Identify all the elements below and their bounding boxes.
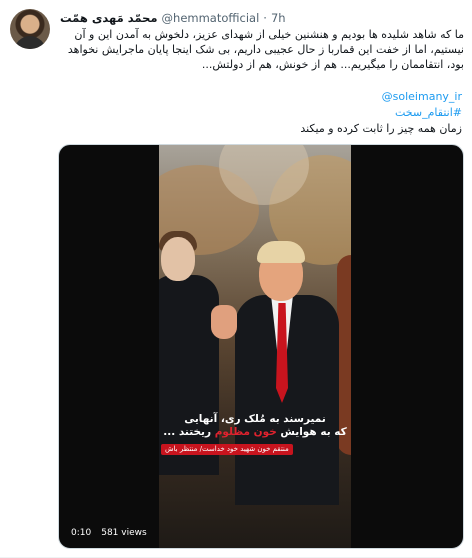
tweet-header: محمّد مَهدی همّت @hemmatofficial · 7h — [60, 10, 286, 26]
mention-link[interactable]: @soleimany_ir — [382, 90, 462, 103]
tweet[interactable]: محمّد مَهدی همّت @hemmatofficial · 7h ما… — [0, 0, 472, 558]
video-player[interactable]: نمیرسند به مُلک ری، آنهایی که به هوایش خ… — [58, 144, 464, 549]
caption-line-1: نمیرسند به مُلک ری، آنهایی — [184, 413, 326, 425]
tweet-text: ما که شاهد شلیده ها بودیم و هنشنین خیلی … — [67, 28, 464, 71]
tweet-text-2: زمان همه چیز را ثابت کرده و میکند — [300, 122, 462, 135]
video-tag: منتقم خون شهید خود خداست/ منتظر باش — [161, 444, 293, 455]
display-name[interactable]: محمّد مَهدی همّت — [60, 11, 158, 25]
separator: · — [263, 11, 267, 25]
video-frame[interactable] — [159, 145, 351, 548]
hashtag-link[interactable]: #انتقام_سخت — [395, 106, 462, 119]
caption-highlight: خون مظلوم — [214, 426, 277, 438]
handle[interactable]: @hemmatofficial — [162, 11, 260, 25]
timestamp[interactable]: 7h — [271, 11, 286, 25]
caption-line-2: که به هوایش خون مظلوم ریختند ... — [163, 426, 347, 438]
video-views: 581 views — [101, 528, 147, 538]
video-duration: 0:10 — [71, 528, 92, 538]
avatar[interactable] — [10, 9, 50, 49]
video-caption: نمیرسند به مُلک ری، آنهایی که به هوایش خ… — [159, 413, 351, 439]
video-meta: 0:10 581 views — [71, 528, 147, 538]
